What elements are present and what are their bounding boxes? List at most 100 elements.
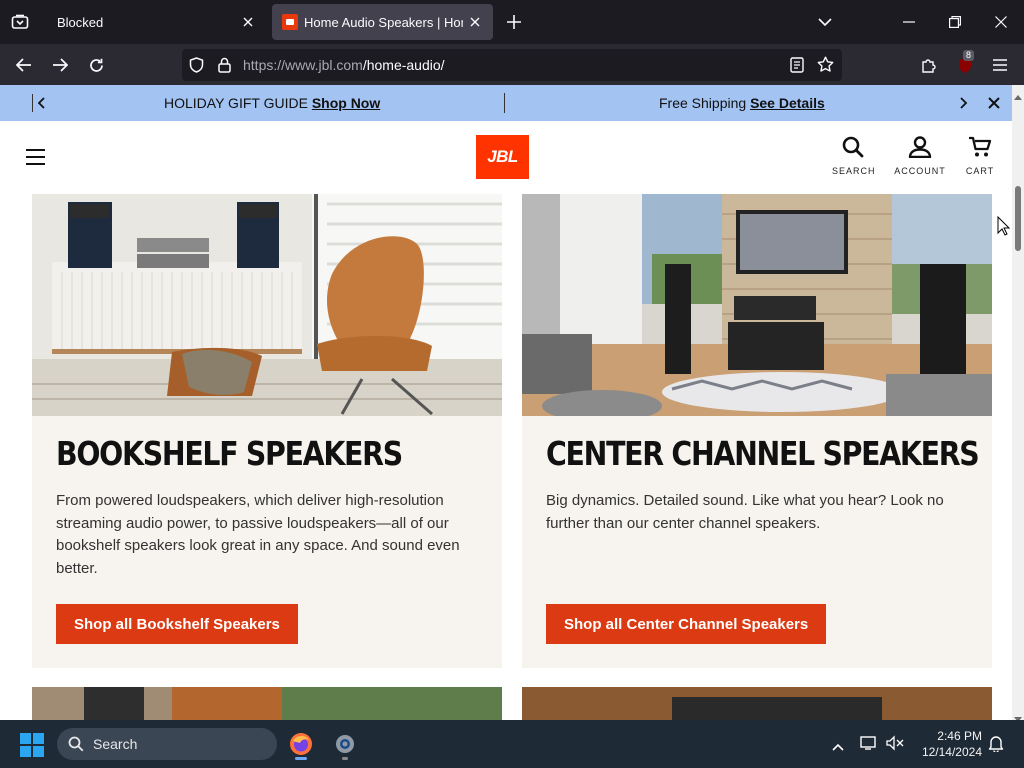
page-scrollbar[interactable]: [1012, 85, 1024, 722]
hamburger-menu-icon: [993, 59, 1007, 71]
tab-close-button[interactable]: [236, 10, 260, 34]
url-bar[interactable]: https://www.jbl.com/home-audio/: [182, 49, 842, 81]
url-path: /home-audio/: [362, 57, 445, 73]
promo-bar: HOLIDAY GIFT GUIDE Shop Now Free Shippin…: [0, 85, 1012, 121]
mouse-cursor-icon: [997, 216, 1010, 236]
bookshelf-speakers-card: BOOKSHELF SPEAKERS From powered loudspea…: [32, 194, 502, 668]
show-hidden-icons-button[interactable]: [832, 738, 844, 756]
reader-view-icon: [790, 57, 804, 73]
cart-button[interactable]: CART: [964, 136, 996, 176]
chevron-down-icon: [818, 18, 832, 26]
promo-free-shipping: Free Shipping See Details: [659, 95, 825, 111]
hamburger-line: [26, 163, 45, 165]
see-details-link[interactable]: See Details: [750, 95, 825, 111]
taskbar-settings-button[interactable]: [328, 728, 362, 760]
close-icon: [995, 16, 1007, 28]
windows-logo-pane: [20, 733, 31, 744]
tab-title: Blocked: [57, 14, 104, 30]
ublock-extension-button[interactable]: 8: [950, 50, 980, 80]
account-label: ACCOUNT: [894, 166, 946, 176]
chevron-up-icon: [832, 743, 844, 751]
site-header: JBL SEARCH ACCOUNT CART: [0, 121, 1012, 194]
hamburger-line: [26, 156, 45, 158]
network-status-button[interactable]: [860, 735, 878, 756]
shop-now-link[interactable]: Shop Now: [312, 95, 380, 111]
jbl-logo[interactable]: JBL: [476, 135, 529, 179]
site-menu-button[interactable]: [26, 149, 45, 165]
close-icon: [988, 97, 1000, 109]
reload-button[interactable]: [81, 50, 111, 80]
promo-divider: [504, 93, 505, 113]
window-close-button[interactable]: [978, 0, 1024, 44]
plus-icon: [507, 15, 521, 29]
shop-center-channel-speakers-button[interactable]: Shop all Center Channel Speakers: [546, 604, 827, 644]
minimize-button[interactable]: [886, 0, 932, 44]
tab-blocked[interactable]: Blocked: [44, 4, 266, 40]
close-icon: [470, 17, 480, 27]
tab-close-button[interactable]: [463, 10, 487, 34]
card-title: CENTER CHANNEL SPEAKERS: [546, 434, 980, 473]
tab-list-icon: [11, 14, 29, 29]
taskbar-clock[interactable]: 2:46 PM 12/14/2024: [912, 728, 982, 760]
reader-view-button[interactable]: [790, 57, 804, 78]
search-label: SEARCH: [832, 166, 876, 176]
logo-text: JBL: [487, 147, 518, 166]
url-host: https://www.jbl.com: [243, 57, 363, 73]
puzzle-icon: [922, 59, 936, 73]
windows-logo-pane: [33, 733, 44, 744]
app-menu-button[interactable]: [985, 50, 1015, 80]
search-button[interactable]: SEARCH: [832, 136, 876, 176]
extension-badge: 8: [963, 50, 975, 61]
gear-icon: [336, 735, 354, 753]
list-all-tabs-button[interactable]: [802, 0, 848, 44]
promo-close-button[interactable]: [988, 96, 1000, 112]
taskbar-search-box[interactable]: Search: [57, 728, 277, 760]
bookshelf-speakers-image[interactable]: [32, 194, 502, 416]
start-button[interactable]: [20, 733, 44, 757]
notifications-button[interactable]: [988, 735, 1004, 757]
taskbar-firefox-button[interactable]: [284, 728, 318, 760]
running-app-indicator: [342, 757, 348, 760]
browser-tab-bar: Blocked Home Audio Speakers | Home: [0, 0, 1024, 44]
cart-label: CART: [965, 166, 995, 176]
promo-right-text: Free Shipping: [659, 95, 747, 111]
scroll-up-arrow-icon[interactable]: [1014, 87, 1022, 105]
next-card-image[interactable]: [522, 687, 992, 720]
taskbar-search-placeholder: Search: [93, 736, 138, 752]
cart-icon: [969, 136, 992, 157]
extensions-button[interactable]: [914, 50, 944, 80]
promo-gift-guide: HOLIDAY GIFT GUIDE Shop Now: [164, 95, 380, 111]
back-button[interactable]: [9, 50, 39, 80]
chevron-right-icon: [960, 97, 968, 109]
shop-bookshelf-speakers-button[interactable]: Shop all Bookshelf Speakers: [56, 604, 298, 644]
card-description: Big dynamics. Detailed sound. Like what …: [546, 492, 944, 532]
jbl-favicon-icon: [282, 14, 298, 30]
web-page: HOLIDAY GIFT GUIDE Shop Now Free Shippin…: [0, 85, 1012, 720]
search-icon: [68, 736, 84, 752]
account-button[interactable]: ACCOUNT: [894, 136, 946, 176]
tab-list-button[interactable]: [0, 0, 40, 44]
site-info-button[interactable]: [218, 57, 231, 78]
tracking-protection-icon[interactable]: [189, 57, 204, 78]
hamburger-line: [26, 149, 45, 151]
search-icon: [842, 136, 864, 158]
center-channel-speakers-image[interactable]: [522, 194, 992, 416]
url-text[interactable]: https://www.jbl.com/home-audio/: [243, 57, 445, 73]
arrow-left-icon: [16, 58, 31, 72]
next-card-image[interactable]: [32, 687, 502, 720]
scrollbar-thumb[interactable]: [1015, 186, 1021, 251]
tab-home-audio[interactable]: Home Audio Speakers | Home: [272, 4, 493, 40]
windows-logo-pane: [20, 746, 31, 757]
promo-prev-button[interactable]: [37, 96, 45, 112]
arrow-right-icon: [53, 58, 68, 72]
new-tab-button[interactable]: [502, 10, 526, 34]
volume-button[interactable]: [886, 735, 904, 756]
promo-next-button[interactable]: [960, 96, 968, 112]
bookmark-button[interactable]: [817, 56, 834, 78]
reload-icon: [89, 58, 103, 72]
promo-divider: [32, 94, 33, 112]
center-channel-speakers-card: CENTER CHANNEL SPEAKERS Big dynamics. De…: [522, 194, 992, 668]
restore-button[interactable]: [932, 0, 978, 44]
windows-taskbar: Search 2:46 PM 12/14/2024: [0, 720, 1024, 768]
forward-button[interactable]: [45, 50, 75, 80]
